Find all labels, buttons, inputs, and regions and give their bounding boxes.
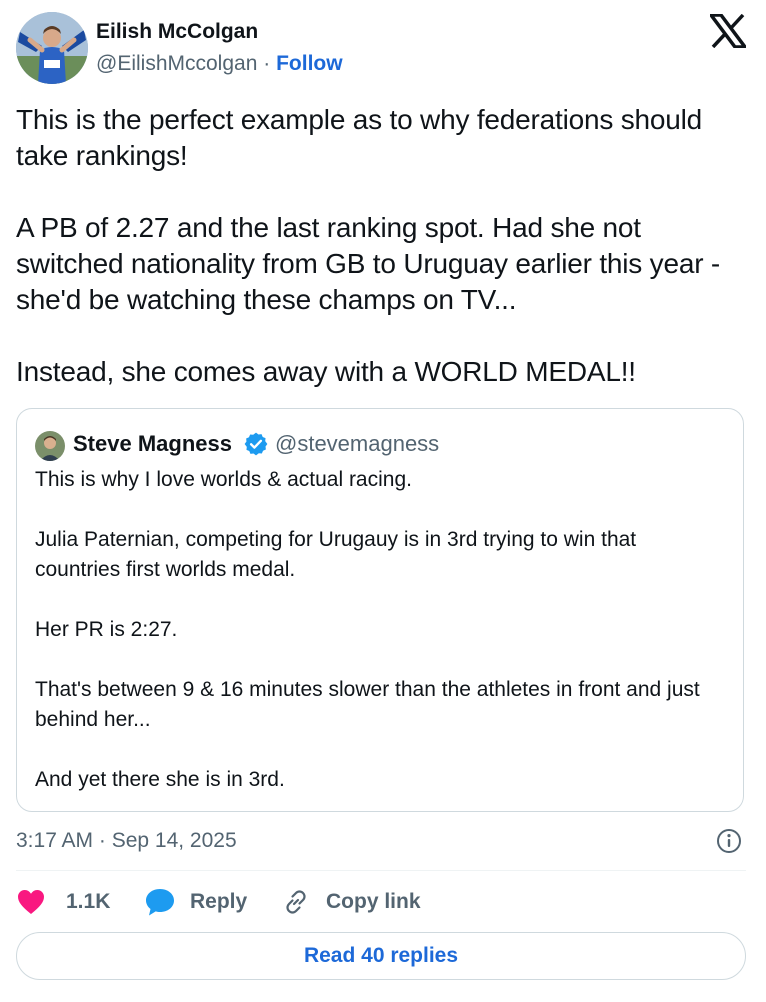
quote-author-name[interactable]: Steve Magness (73, 429, 232, 459)
tweet-card: Eilish McColgan @EilishMccolgan · Follow… (0, 0, 766, 1002)
action-bar: 1.1K Reply Copy link (16, 884, 746, 920)
quote-author-handle[interactable]: @stevemagness (275, 429, 439, 459)
quote-text: This is why I love worlds & actual racin… (35, 465, 725, 795)
x-logo-icon[interactable] (710, 14, 746, 48)
reply-label: Reply (190, 890, 248, 913)
quote-paragraph: That's between 9 & 16 minutes slower tha… (35, 678, 700, 731)
author-avatar[interactable] (16, 12, 88, 84)
tweet-paragraph: A PB of 2.27 and the last ranking spot. … (16, 212, 721, 315)
reply-bubble-icon (146, 889, 174, 916)
quote-paragraph: And yet there she is in 3rd. (35, 768, 285, 791)
quote-paragraph: Her PR is 2:27. (35, 618, 178, 641)
reply-button[interactable]: Reply (144, 884, 247, 920)
info-icon[interactable] (716, 828, 742, 854)
tweet-text: This is the perfect example as to why fe… (16, 102, 736, 390)
copy-link-label: Copy link (326, 890, 421, 913)
divider (16, 870, 746, 871)
author-name[interactable]: Eilish McColgan (96, 18, 258, 46)
follow-button[interactable]: Follow (276, 52, 343, 75)
meta-separator: · (263, 52, 271, 75)
verified-badge-icon (244, 432, 268, 456)
read-replies-button[interactable]: Read 40 replies (16, 932, 746, 980)
author-handle[interactable]: @EilishMccolgan (96, 52, 257, 75)
author-meta: @EilishMccolgan · Follow (96, 50, 343, 78)
link-icon (286, 890, 306, 914)
like-button[interactable]: 1.1K (16, 884, 110, 920)
like-count: 1.1K (66, 890, 111, 913)
tweet-paragraph: Instead, she comes away with a WORLD MED… (16, 356, 636, 387)
quote-paragraph: Julia Paternian, competing for Urugauy i… (35, 528, 637, 581)
tweet-paragraph: This is the perfect example as to why fe… (16, 104, 703, 171)
quote-author-avatar[interactable] (35, 431, 65, 461)
heart-icon (18, 890, 44, 914)
tweet-timestamp[interactable]: 3:17 AM · Sep 14, 2025 (16, 826, 237, 856)
quoted-tweet[interactable]: Steve Magness @stevemagness This is why … (16, 408, 744, 812)
copy-link-button[interactable]: Copy link (282, 884, 421, 920)
quote-paragraph: This is why I love worlds & actual racin… (35, 468, 412, 491)
